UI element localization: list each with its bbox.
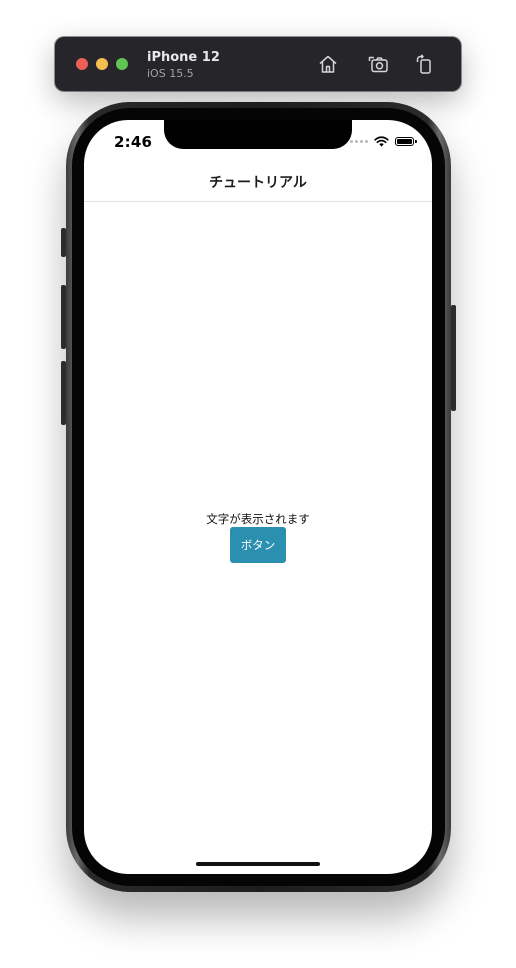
side-power-button [451, 305, 456, 411]
device-os-version: iOS 15.5 [147, 67, 194, 80]
display-text-label: 文字が表示されます [206, 512, 310, 526]
battery-icon [395, 136, 417, 146]
camera-notch [164, 120, 352, 149]
status-time: 2:46 [114, 133, 153, 151]
zoom-window-button[interactable] [116, 58, 128, 70]
page-title: チュートリアル [209, 175, 307, 191]
simulator-toolbar: iPhone 12 iOS 15.5 [55, 37, 461, 91]
close-window-button[interactable] [76, 58, 88, 70]
wifi-icon [374, 135, 389, 147]
screenshot-icon[interactable] [367, 53, 389, 75]
device-name: iPhone 12 [147, 50, 220, 65]
status-indicators [350, 135, 417, 147]
rotate-icon[interactable] [413, 53, 435, 75]
simulator-stage: iPhone 12 iOS 15.5 2:46 チュートリアル 文字が表示されま… [0, 0, 516, 968]
navigation-bar: チュートリアル [84, 164, 432, 202]
home-icon[interactable] [317, 53, 339, 75]
primary-button[interactable]: ボタン [230, 527, 286, 563]
minimize-window-button[interactable] [96, 58, 108, 70]
cellular-signal-icon [350, 139, 368, 143]
phone-screen: 2:46 チュートリアル 文字が表示されます ボタン [84, 120, 432, 874]
main-content: 文字が表示されます ボタン [84, 202, 432, 874]
home-indicator[interactable] [196, 862, 320, 866]
